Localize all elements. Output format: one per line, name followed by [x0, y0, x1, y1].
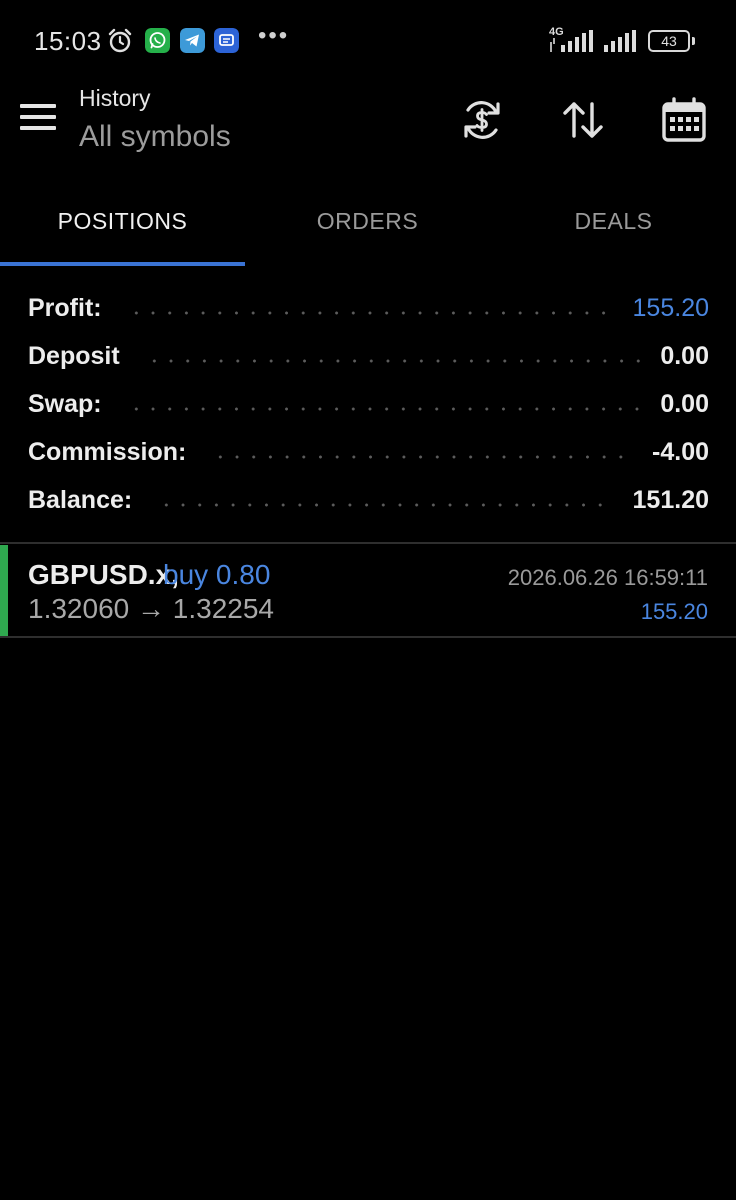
- position-symbol: GBPUSD.x,: [28, 559, 179, 590]
- summary-value: -4.00: [652, 437, 709, 466]
- menu-button[interactable]: [20, 104, 58, 136]
- signal-icon-secondary: [604, 30, 636, 52]
- summary-value: 0.00: [660, 341, 709, 370]
- signal-icon: [550, 30, 593, 52]
- dotted-leader: [158, 503, 613, 507]
- tab-bar: POSITIONS ORDERS DEALS: [0, 180, 736, 268]
- summary-value: 151.20: [632, 485, 709, 514]
- messages-icon: [214, 28, 239, 53]
- position-prices: 1.32060 → 1.32254: [28, 593, 274, 624]
- divider: [0, 542, 736, 544]
- menu-icon-bar: [20, 104, 56, 108]
- summary-value: 0.00: [660, 389, 709, 418]
- menu-icon-bar: [20, 126, 56, 130]
- summary-label: Deposit: [28, 341, 120, 370]
- position-side: buy 0.80: [163, 559, 271, 590]
- summary-row-balance: Balance: 151.20: [28, 480, 709, 520]
- status-time: 15:03: [34, 26, 102, 56]
- sort-icon[interactable]: [559, 96, 607, 144]
- buy-marker: [0, 545, 8, 636]
- toolbar: History All symbols: [0, 80, 736, 180]
- telegram-icon: [180, 28, 205, 53]
- position-profit: 155.20: [640, 599, 708, 624]
- dotted-leader: [212, 455, 633, 459]
- menu-icon-bar: [20, 115, 56, 119]
- summary-row-swap: Swap: 0.00: [28, 384, 709, 424]
- status-bar: 15:03 ••• 4G 43: [0, 0, 736, 80]
- alarm-icon: [108, 28, 132, 53]
- more-notifications-icon: •••: [258, 22, 290, 49]
- summary-label: Balance:: [28, 485, 133, 514]
- summary-row-commission: Commission: -4.00: [28, 432, 709, 472]
- battery-icon: 43: [648, 30, 690, 52]
- position-time: 2026.06.26 16:59:11: [507, 565, 708, 590]
- summary-value: 155.20: [632, 293, 709, 322]
- position-row[interactable]: GBPUSD.x, buy 0.80 1.32060 → 1.32254 202…: [0, 545, 736, 636]
- calendar-icon[interactable]: [660, 96, 708, 144]
- dotted-leader: [127, 311, 613, 315]
- dotted-leader: [145, 359, 641, 363]
- whatsapp-icon: [145, 28, 170, 53]
- summary-label: Profit:: [28, 293, 102, 322]
- tab-orders[interactable]: ORDERS: [245, 180, 490, 268]
- summary-label: Commission:: [28, 437, 187, 466]
- active-tab-indicator: [0, 262, 245, 266]
- summary-row-deposit: Deposit 0.00: [28, 336, 709, 376]
- battery-tip: [692, 37, 695, 45]
- dotted-leader: [127, 407, 641, 411]
- symbol-filter[interactable]: All symbols: [79, 120, 231, 154]
- page-title: History: [79, 85, 151, 111]
- currency-exchange-icon[interactable]: [458, 96, 506, 144]
- summary-row-profit: Profit: 155.20: [28, 288, 709, 328]
- summary-label: Swap:: [28, 389, 102, 418]
- divider: [0, 636, 736, 638]
- tab-positions[interactable]: POSITIONS: [0, 180, 245, 268]
- tab-deals[interactable]: DEALS: [491, 180, 736, 268]
